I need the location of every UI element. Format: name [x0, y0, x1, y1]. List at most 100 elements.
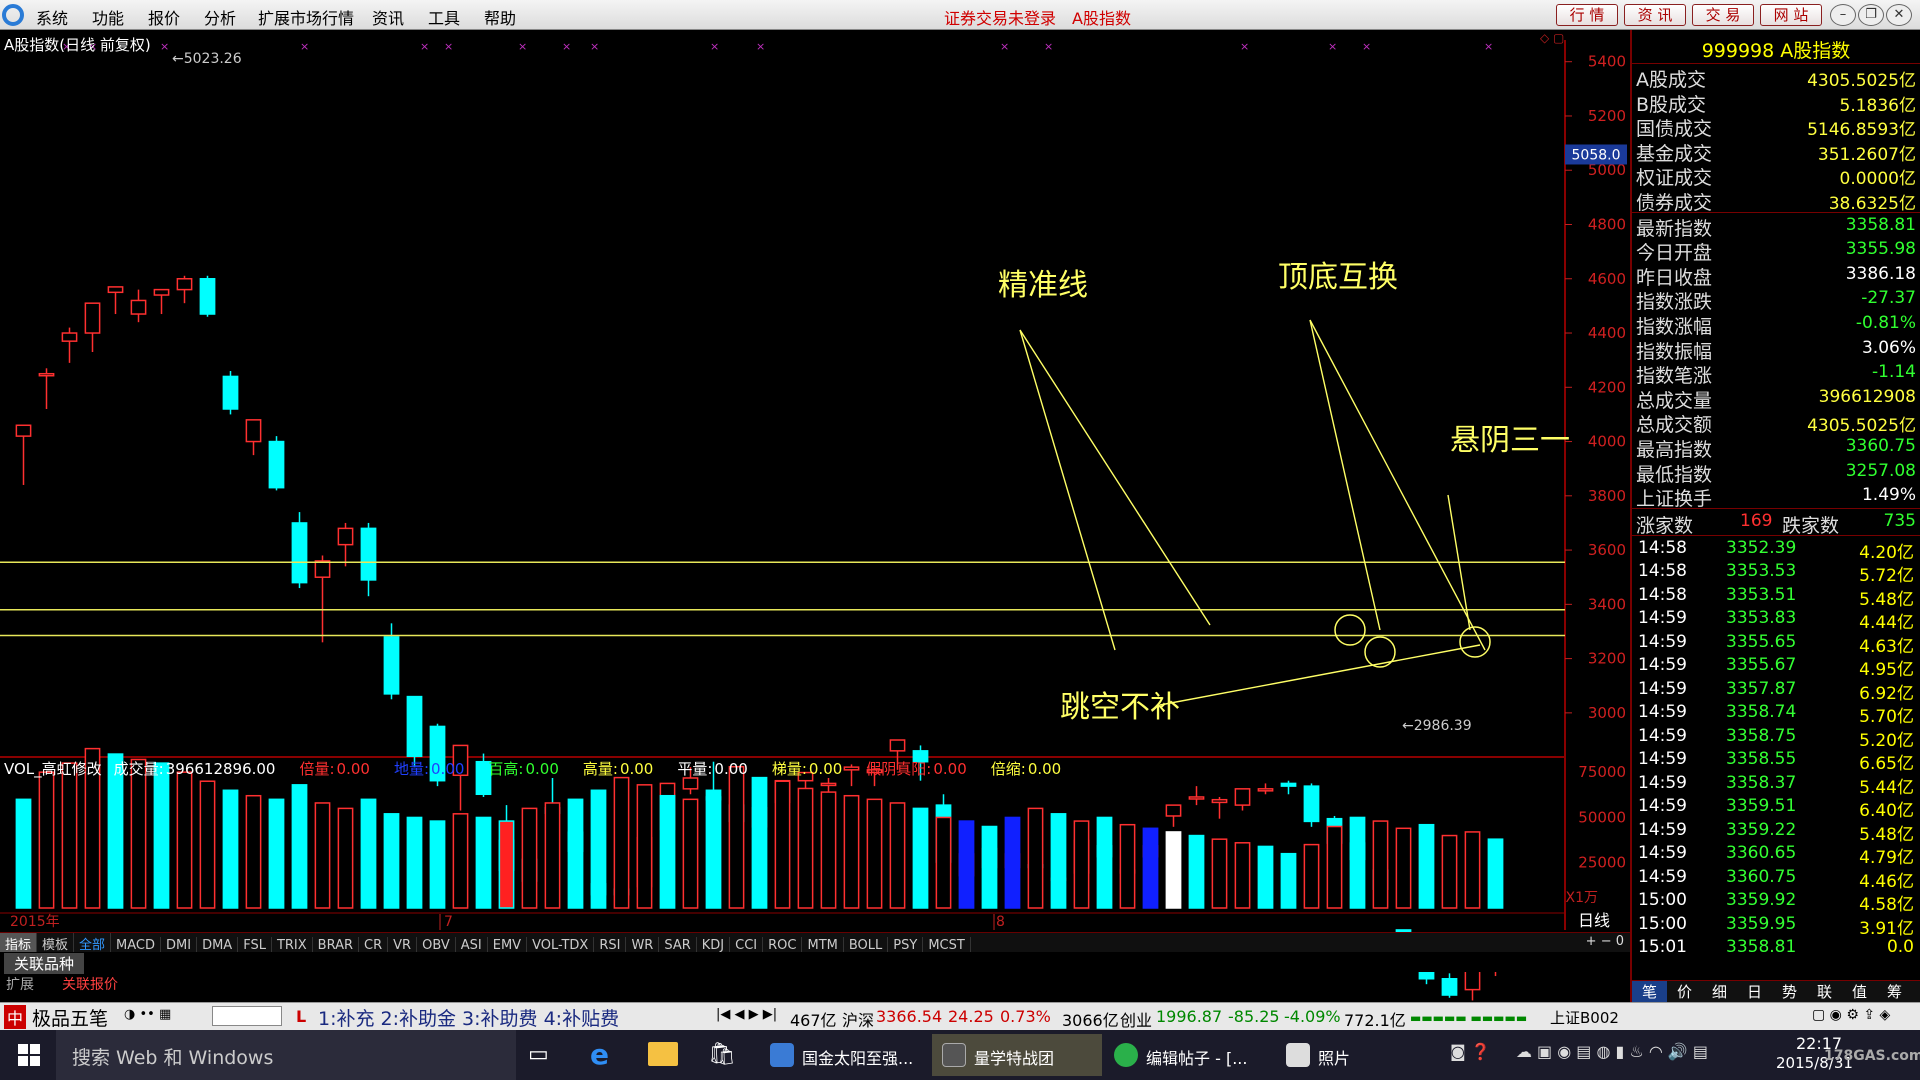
volume-bar	[751, 776, 768, 909]
zoom-controls[interactable]: + − 0	[1586, 934, 1624, 949]
restore-icon[interactable]: ❐	[1858, 4, 1884, 26]
tick-row: 15:01 3358.81 0.0	[1632, 935, 1920, 959]
tick-row: 14:59 3355.65 4.63亿	[1632, 630, 1920, 657]
minimize-icon[interactable]: –	[1830, 4, 1856, 26]
price-tick-label: 4200	[1588, 378, 1626, 396]
app-logo-icon	[2, 4, 24, 26]
panel-tab-7[interactable]: 筹	[1877, 981, 1912, 1002]
menu-analysis[interactable]: 分析	[204, 5, 236, 29]
up-count-label: 涨家数	[1636, 514, 1694, 537]
menu-system[interactable]: 系统	[36, 5, 68, 29]
ime-logo-icon: 中	[4, 1005, 27, 1029]
ime-mode-icons[interactable]: ◑ •• ▦	[124, 1007, 171, 1022]
tick-time: 14:59	[1638, 866, 1687, 887]
menu-function[interactable]: 功能	[92, 5, 124, 29]
volume-bar	[1303, 843, 1320, 909]
taskbar-app-photos[interactable]: 照片	[1276, 1034, 1436, 1076]
menu-quote[interactable]: 报价	[148, 5, 180, 29]
candle-body	[406, 695, 423, 758]
ime-page-icons[interactable]: |◀ ◀ ▶ ▶|	[716, 1007, 777, 1022]
website-button[interactable]: 网 站	[1760, 4, 1822, 26]
tick-time: 15:00	[1638, 913, 1687, 934]
volume-indicator-name: VOL_高虹修改	[4, 760, 102, 778]
index-stat-row: 总成交额 4305.5025亿	[1632, 409, 1920, 436]
news-button[interactable]: 资 讯	[1624, 4, 1686, 26]
panel-tab-0[interactable]: 笔	[1632, 981, 1667, 1002]
task-view-icon[interactable]: ▭	[528, 1042, 549, 1067]
panel-tab-3[interactable]: 日	[1737, 981, 1772, 1002]
tick-row: 14:59 3357.87 6.92亿	[1632, 677, 1920, 704]
volume-stat-4: 高量: 0.00	[583, 760, 665, 778]
quote-button[interactable]: 行 情	[1556, 4, 1618, 26]
volume-indicator-header: VOL_高虹修改 成交量: 396612896.00 倍量: 0.00 地量: 0.00 百高…	[4, 758, 1097, 779]
panel-tab-6[interactable]: 值	[1842, 981, 1877, 1002]
tick-time: 15:01	[1638, 937, 1687, 958]
trade-button[interactable]: 交 易	[1692, 4, 1754, 26]
taskbar-search-box[interactable]: 搜索 Web 和 Windows	[56, 1030, 516, 1080]
menu-tools[interactable]: 工具	[428, 5, 460, 29]
down-count-value: 735	[1883, 510, 1916, 531]
extended-tabs-row: 扩展 关联报价	[0, 972, 1630, 996]
amount-1: 467亿	[790, 1011, 837, 1030]
associated-symbols-tab[interactable]: 关联品种	[4, 953, 85, 974]
stat-label: 债券成交	[1636, 191, 1713, 214]
tick-row: 14:59 3358.74 5.70亿	[1632, 700, 1920, 727]
index-stat-row: 最低指数 3257.08	[1632, 459, 1920, 486]
panel-tab-5[interactable]: 联	[1807, 981, 1842, 1002]
volume-bar	[636, 784, 653, 909]
menu-news[interactable]: 资讯	[372, 5, 404, 29]
volume-stat-5: 平量: 0.00	[677, 760, 759, 778]
edge-browser-icon[interactable]: e	[590, 1038, 609, 1071]
volume-bar	[1050, 813, 1067, 909]
candle-body	[383, 636, 400, 695]
price-tick-label: 4000	[1588, 433, 1626, 451]
panel-tab-2[interactable]: 细	[1702, 981, 1737, 1002]
volume-bar	[958, 820, 975, 909]
tick-row: 14:59 3358.55 6.65亿	[1632, 747, 1920, 774]
kline-chart[interactable]: 5400520050004800460044004200400038003600…	[0, 30, 1630, 1030]
associated-quotes-tab[interactable]: 关联报价	[62, 974, 118, 994]
price-tick-label: 3600	[1588, 541, 1626, 559]
indicator-tab-模板[interactable]: 模板	[37, 933, 75, 953]
candle-body	[1234, 788, 1251, 806]
volume-bar	[452, 813, 469, 909]
volume-bar	[199, 780, 216, 909]
tray-tool-icons[interactable]: ▢ ◉ ⚙ ⇪ ◈	[1812, 1007, 1890, 1023]
ime-brand[interactable]: 极品五笔	[32, 1004, 108, 1031]
system-tray-icons[interactable]: ◙ ❓ ☁ ▣ ◉ ▤ ◍ ▮ ♨ ◠ 🔊 ▤	[1450, 1042, 1708, 1061]
volume-stat-6: 梯量: 0.00	[772, 760, 854, 778]
market-breadth-icon: ▬▬▬▬▬ ▬▬▬▬▬	[1410, 1011, 1528, 1025]
taskbar-app-liangxue[interactable]: 量学特战团	[932, 1034, 1102, 1076]
volume-bar	[613, 776, 630, 909]
extended-tab[interactable]: 扩展	[6, 974, 34, 994]
store-icon[interactable]: 🛍	[708, 1042, 736, 1067]
file-explorer-icon[interactable]	[648, 1042, 678, 1066]
gem-label: 创业	[1120, 1011, 1153, 1030]
turnover-row: 债券成交 38.6325亿	[1632, 187, 1920, 214]
indicator-tab-指标[interactable]: 指标	[0, 933, 38, 953]
windows-start-icon[interactable]	[18, 1044, 40, 1066]
volume-bar	[268, 798, 285, 909]
candle-body	[1188, 796, 1205, 800]
panel-tab-1[interactable]: 价	[1667, 981, 1702, 1002]
low-price-label: ←2986.39	[1402, 718, 1472, 734]
tick-price: 3359.92	[1726, 890, 1797, 911]
volume-bar	[383, 813, 400, 909]
tick-row: 14:59 3359.51 6.40亿	[1632, 794, 1920, 821]
period-label: 日线	[1578, 911, 1610, 930]
volume-tick-label: 50000	[1578, 808, 1626, 826]
panel-tab-4[interactable]: 势	[1772, 981, 1807, 1002]
trade-login-status[interactable]: 证券交易未登录	[944, 5, 1056, 29]
turnover-row: B股成交 5.1836亿	[1632, 89, 1920, 116]
taskbar-app-edit-post[interactable]: 编辑帖子 - [...	[1104, 1034, 1274, 1076]
volume-bar	[153, 762, 170, 909]
menu-extended-market[interactable]: 扩展市场行情	[258, 5, 354, 29]
ime-input-box[interactable]	[212, 1006, 282, 1026]
volume-stat-value: 0.00	[619, 760, 654, 778]
close-icon[interactable]: ✕	[1886, 4, 1912, 26]
tick-time: 14:59	[1638, 631, 1687, 652]
ime-candidates[interactable]: 1:补充 2:补助金 3:补助费 4:补贴费	[318, 1004, 619, 1031]
indicator-tab-全部[interactable]: 全部	[74, 933, 112, 953]
taskbar-app-guojin[interactable]: 国金太阳至强...	[760, 1034, 930, 1076]
menu-help[interactable]: 帮助	[484, 5, 516, 29]
